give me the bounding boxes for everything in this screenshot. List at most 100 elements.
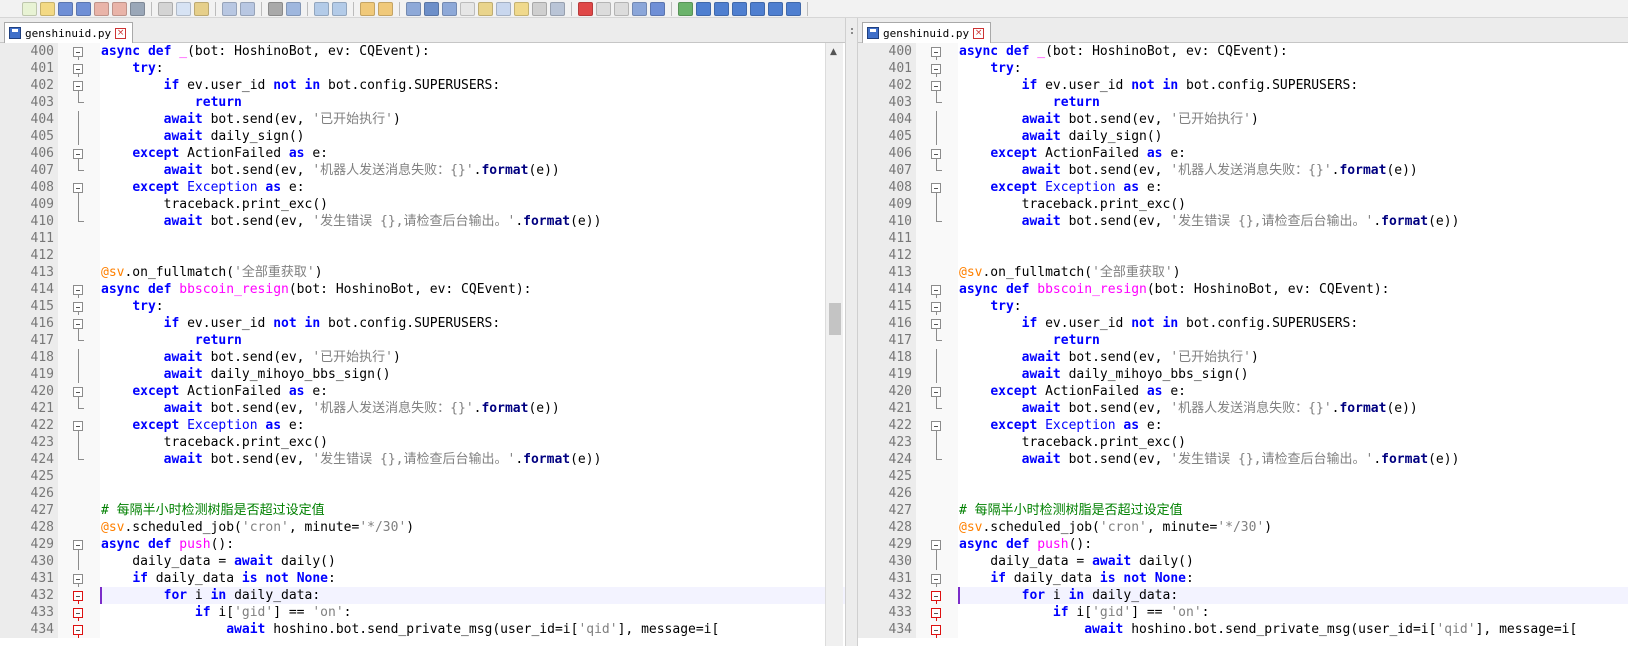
code-line[interactable]: 424 await bot.send(ev, '发生错误 {},请检查后台输出。… (858, 451, 1628, 468)
code-line[interactable]: 403 return (0, 94, 845, 111)
code-text[interactable]: if i['gid'] == 'on': (101, 604, 352, 621)
code-line[interactable]: 407 await bot.send(ev, '机器人发送消息失败：{}'.fo… (858, 162, 1628, 179)
find-icon[interactable] (268, 1, 283, 16)
code-text[interactable]: except ActionFailed as e: (959, 145, 1186, 162)
code-text[interactable]: await bot.send(ev, '发生错误 {},请检查后台输出。'.fo… (959, 213, 1460, 230)
right-code-editor[interactable]: 400 async def _(bot: HoshinoBot, ev: CQEv… (858, 43, 1628, 646)
code-text[interactable]: except Exception as e: (101, 179, 304, 196)
code-line[interactable]: 405 await daily_sign() (0, 128, 845, 145)
code-line[interactable]: 420 except ActionFailed as e: (0, 383, 845, 400)
code-line[interactable]: 416 if ev.user_id not in bot.config.SUPE… (0, 315, 845, 332)
code-text[interactable]: @sv.scheduled_job('cron', minute='*/30') (959, 519, 1272, 536)
code-text[interactable]: return (101, 94, 242, 111)
scroll-up-arrow-icon[interactable]: ▲ (830, 47, 837, 57)
code-line[interactable]: 423 traceback.print_exc() (858, 434, 1628, 451)
open-file-icon[interactable] (40, 1, 55, 16)
code-text[interactable]: await bot.send(ev, '发生错误 {},请检查后台输出。'.fo… (101, 451, 602, 468)
code-text[interactable]: traceback.print_exc() (959, 196, 1186, 213)
code-text[interactable]: except Exception as e: (959, 417, 1162, 434)
code-line[interactable]: 415 try: (858, 298, 1628, 315)
fold-toggle-icon[interactable] (73, 285, 83, 295)
code-line[interactable]: 431 if daily_data is not None: (0, 570, 845, 587)
code-line[interactable]: 410 await bot.send(ev, '发生错误 {},请检查后台输出。… (0, 213, 845, 230)
print-icon[interactable] (130, 1, 145, 16)
fold-toggle-icon[interactable] (73, 81, 83, 91)
fold-toggle-icon[interactable] (73, 540, 83, 550)
code-text[interactable]: await bot.send(ev, '已开始执行') (101, 111, 401, 128)
code-line[interactable]: 433 if i['gid'] == 'on': (858, 604, 1628, 621)
fold-toggle-icon[interactable] (73, 64, 83, 74)
fold-toggle-icon[interactable] (931, 540, 941, 550)
code-line[interactable]: 401 try: (858, 60, 1628, 77)
code-text[interactable]: if ev.user_id not in bot.config.SUPERUSE… (101, 315, 501, 332)
code-text[interactable]: # 每隔半小时检测树脂是否超过设定值 (101, 502, 325, 519)
code-line[interactable]: 416 if ev.user_id not in bot.config.SUPE… (858, 315, 1628, 332)
code-text[interactable]: return (959, 94, 1100, 111)
code-text[interactable]: for i in daily_data: (101, 587, 321, 604)
zoom-in-icon[interactable] (314, 1, 329, 16)
fold-toggle-icon[interactable] (931, 591, 941, 601)
code-text[interactable]: try: (101, 298, 163, 315)
code-line[interactable]: 432 for i in daily_data: (0, 587, 845, 604)
code-text[interactable]: except ActionFailed as e: (101, 145, 328, 162)
code-text[interactable]: try: (959, 298, 1021, 315)
fold-toggle-icon[interactable] (931, 47, 941, 57)
fold-toggle-icon[interactable] (931, 149, 941, 159)
compare-next-icon[interactable] (750, 1, 765, 16)
fold-toggle-icon[interactable] (931, 387, 941, 397)
code-line[interactable]: 413 @sv.on_fullmatch('全部重获取') (858, 264, 1628, 281)
code-line[interactable]: 421 await bot.send(ev, '机器人发送消息失败：{}'.fo… (858, 400, 1628, 417)
code-line[interactable]: 410 await bot.send(ev, '发生错误 {},请检查后台输出。… (858, 213, 1628, 230)
code-line[interactable]: 417 return (858, 332, 1628, 349)
zoom-out-icon[interactable] (332, 1, 347, 16)
code-text[interactable]: async def _(bot: HoshinoBot, ev: CQEvent… (101, 43, 430, 60)
code-line[interactable]: 407 await bot.send(ev, '机器人发送消息失败：{}'.fo… (0, 162, 845, 179)
code-line[interactable]: 427 # 每隔半小时检测树脂是否超过设定值 (0, 502, 845, 519)
undo-icon[interactable] (222, 1, 237, 16)
code-line[interactable]: 432 for i in daily_data: (858, 587, 1628, 604)
code-text[interactable]: await hoshino.bot.send_private_msg(user_… (959, 621, 1577, 638)
left-code-editor[interactable]: 400 async def _(bot: HoshinoBot, ev: CQEv… (0, 43, 845, 646)
code-text[interactable]: await daily_sign() (101, 128, 305, 145)
code-line[interactable]: 402 if ev.user_id not in bot.config.SUPE… (0, 77, 845, 94)
cut-icon[interactable] (158, 1, 173, 16)
new-file-icon[interactable] (22, 1, 37, 16)
fold-toggle-icon[interactable] (931, 302, 941, 312)
indent-guide-icon[interactable] (442, 1, 457, 16)
sync-horizontal-icon[interactable] (378, 1, 393, 16)
compare-panel-icon[interactable] (786, 1, 801, 16)
code-text[interactable]: daily_data = await daily() (959, 553, 1194, 570)
code-text[interactable]: await bot.send(ev, '机器人发送消息失败：{}'.format… (101, 400, 560, 417)
function-list-icon[interactable] (496, 1, 511, 16)
fold-toggle-icon[interactable] (931, 183, 941, 193)
compare-prev-icon[interactable] (732, 1, 747, 16)
code-text[interactable]: await bot.send(ev, '机器人发送消息失败：{}'.format… (959, 162, 1418, 179)
code-text[interactable]: except Exception as e: (959, 179, 1162, 196)
code-line[interactable]: 426 (858, 485, 1628, 502)
fold-toggle-icon[interactable] (73, 183, 83, 193)
code-line[interactable]: 411 (0, 230, 845, 247)
code-text[interactable]: if ev.user_id not in bot.config.SUPERUSE… (101, 77, 501, 94)
compare-last-icon[interactable] (768, 1, 783, 16)
code-text[interactable]: await bot.send(ev, '已开始执行') (959, 111, 1259, 128)
left-tab-close-icon[interactable]: × (115, 27, 127, 39)
fold-toggle-icon[interactable] (931, 608, 941, 618)
fold-toggle-icon[interactable] (931, 421, 941, 431)
save-all-icon[interactable] (76, 1, 91, 16)
code-line[interactable]: 413 @sv.on_fullmatch('全部重获取') (0, 264, 845, 281)
copy-icon[interactable] (176, 1, 191, 16)
code-line[interactable]: 412 (0, 247, 845, 264)
code-text[interactable]: for i in daily_data: (959, 587, 1179, 604)
code-text[interactable]: await hoshino.bot.send_private_msg(user_… (101, 621, 719, 638)
code-line[interactable]: 430 daily_data = await daily() (0, 553, 845, 570)
folder-workspace-icon[interactable] (514, 1, 529, 16)
code-text[interactable]: await daily_mihoyo_bbs_sign() (959, 366, 1249, 383)
monitor-icon[interactable] (532, 1, 547, 16)
word-wrap-icon[interactable] (406, 1, 421, 16)
scrollbar-thumb[interactable] (829, 303, 841, 335)
code-text[interactable]: except ActionFailed as e: (101, 383, 328, 400)
code-line[interactable]: 426 (0, 485, 845, 502)
fold-toggle-icon[interactable] (931, 285, 941, 295)
code-line[interactable]: 404 await bot.send(ev, '已开始执行') (0, 111, 845, 128)
code-text[interactable]: await daily_mihoyo_bbs_sign() (101, 366, 391, 383)
